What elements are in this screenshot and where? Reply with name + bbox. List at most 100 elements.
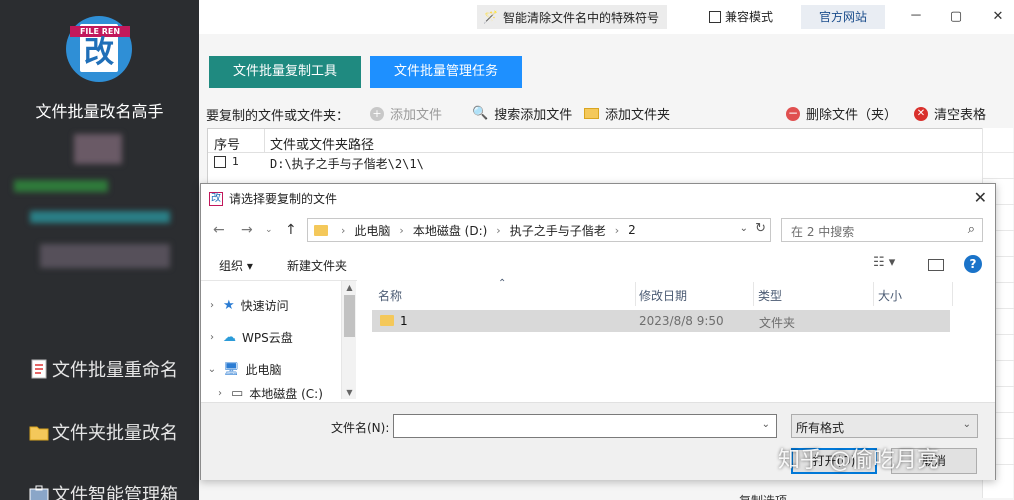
help-icon[interactable]: ?: [964, 255, 982, 273]
chevron-down-icon[interactable]: ⌄: [762, 419, 770, 430]
search-input[interactable]: 在 2 中搜索 ⌕: [781, 218, 983, 242]
scroll-up-icon[interactable]: ▲: [342, 283, 357, 292]
maximize-button[interactable]: ▢: [945, 6, 967, 28]
breadcrumb-folder[interactable]: 执子之手与子偕老: [510, 222, 606, 239]
tab-batch-tasks[interactable]: 文件批量管理任务: [370, 56, 522, 88]
dialog-title: 请选择要复制的文件: [229, 192, 338, 206]
nav-smart-manager[interactable]: 文件智能管理箱: [28, 481, 178, 500]
search-placeholder: 在 2 中搜索: [791, 225, 855, 239]
chevron-right-icon[interactable]: ›: [215, 388, 225, 399]
tree-this-pc[interactable]: ⌄ 🖥 此电脑: [207, 361, 282, 378]
add-folder-button[interactable]: 添加文件夹: [584, 104, 670, 123]
up-arrow-icon[interactable]: ↑: [285, 222, 297, 238]
minimize-button[interactable]: －: [905, 6, 927, 28]
new-folder-button[interactable]: 新建文件夹: [287, 257, 347, 274]
column-name[interactable]: 名称: [378, 287, 402, 304]
tree-this-pc-label: 此电脑: [245, 363, 282, 377]
dialog-close-button[interactable]: ✕: [974, 188, 987, 207]
blurred-text-3: [40, 244, 170, 268]
compat-mode-toggle[interactable]: 兼容模式: [709, 8, 773, 25]
chevron-right-icon[interactable]: ›: [207, 300, 217, 311]
nav-file-rename-label: 文件批量重命名: [52, 360, 178, 381]
forward-arrow-icon[interactable]: →: [241, 222, 253, 238]
chevron-right-icon: ›: [614, 223, 620, 237]
search-add-file-label: 搜索添加文件: [494, 108, 573, 123]
column-date[interactable]: 修改日期: [639, 287, 687, 304]
clean-special-chars-button[interactable]: 🪄 智能清除文件名中的特殊符号: [477, 5, 667, 29]
nav-scrollbar[interactable]: ▲ ▼: [341, 281, 356, 399]
compat-mode-checkbox[interactable]: [709, 10, 721, 23]
toolbox-icon: [29, 485, 49, 500]
folder-icon: [29, 426, 49, 441]
column-type[interactable]: 类型: [758, 287, 782, 304]
app-small-icon: 改: [209, 191, 223, 206]
preview-pane-icon[interactable]: [928, 259, 944, 271]
tree-quick-access[interactable]: › ★ 快速访问: [207, 297, 289, 314]
file-table: 序号 文件或文件夹路径 1 D:\执子之手与子偕老\2\1\: [207, 128, 1009, 184]
chevron-down-icon[interactable]: ⌄: [740, 223, 748, 234]
filename-input[interactable]: ⌄: [393, 414, 777, 438]
refresh-icon[interactable]: ↻: [755, 221, 766, 236]
blurred-avatar: [74, 134, 122, 164]
column-index[interactable]: 序号: [214, 134, 240, 153]
breadcrumb-disk-d[interactable]: 本地磁盘 (D:): [413, 222, 487, 239]
copy-options-label: 复制选项: [739, 492, 787, 500]
delete-file-button[interactable]: − 删除文件（夹）: [786, 104, 897, 123]
add-file-button[interactable]: + 添加文件: [370, 104, 442, 123]
breadcrumb-current[interactable]: 2: [628, 223, 636, 237]
row-number: 1: [232, 155, 239, 168]
chevron-right-icon: ›: [496, 223, 501, 237]
search-add-file-button[interactable]: 🔍 搜索添加文件: [472, 104, 572, 123]
scroll-thumb[interactable]: [344, 295, 355, 337]
filename-label: 文件名(N):: [331, 421, 390, 435]
star-icon: ★: [223, 298, 235, 313]
scroll-down-icon[interactable]: ▼: [342, 388, 357, 397]
file-row[interactable]: 1 2023/8/8 9:50 文件夹: [372, 310, 950, 332]
column-path[interactable]: 文件或文件夹路径: [270, 134, 374, 153]
logo-glyph: 改: [84, 35, 114, 70]
chevron-down-icon[interactable]: ⌄: [207, 364, 217, 375]
cloud-icon: ☁: [223, 330, 236, 345]
compat-mode-label: 兼容模式: [725, 10, 774, 24]
tab-batch-copy[interactable]: 文件批量复制工具: [209, 56, 361, 88]
plus-icon: +: [370, 106, 384, 121]
chevron-right-icon[interactable]: ›: [207, 332, 217, 343]
sort-up-icon: ⌃: [498, 278, 507, 289]
add-file-label: 添加文件: [390, 108, 443, 123]
chevron-down-icon[interactable]: ⌄: [963, 419, 971, 430]
clear-table-button[interactable]: ✕ 清空表格: [914, 104, 986, 123]
clean-special-chars-label: 智能清除文件名中的特殊符号: [502, 10, 659, 25]
search-icon: ⌕: [967, 222, 975, 237]
watermark: 知乎 @偷吃月亮: [778, 448, 939, 473]
back-arrow-icon[interactable]: ←: [213, 222, 225, 238]
computer-icon: 🖥: [223, 362, 240, 377]
row-path: D:\执子之手与子偕老\2\1\: [270, 157, 424, 171]
tree-disk-c[interactable]: › ▭ 本地磁盘 (C:): [215, 385, 323, 402]
nav-file-rename[interactable]: 文件批量重命名: [28, 356, 178, 382]
file-date: 2023/8/8 9:50: [639, 314, 724, 328]
clear-table-label: 清空表格: [934, 108, 987, 123]
app-logo: FILE REN 改: [66, 16, 132, 82]
row-checkbox[interactable]: [214, 156, 226, 168]
organize-menu[interactable]: 组织 ▾: [219, 257, 253, 274]
close-button[interactable]: ✕: [987, 6, 1009, 28]
nav-smart-manager-label: 文件智能管理箱: [52, 485, 178, 500]
app-title: 文件批量改名高手: [35, 102, 164, 121]
file-list-header: 名称 ⌃ 修改日期 类型 大小: [358, 278, 995, 308]
tree-wps-cloud[interactable]: › ☁ WPS云盘: [207, 329, 293, 346]
chevron-down-icon[interactable]: ⌄: [265, 225, 273, 235]
table-row[interactable]: 1 D:\执子之手与子偕老\2\1\: [208, 153, 1008, 173]
dialog-title-bar: 改 请选择要复制的文件: [209, 190, 337, 207]
file-list: 名称 ⌃ 修改日期 类型 大小 1 2023/8/8 9:50 文件夹: [358, 278, 995, 400]
file-type: 文件夹: [759, 316, 796, 330]
command-bar: 组织 ▾ 新建文件夹 ☷ ▾ ?: [201, 254, 995, 276]
breadcrumb-this-pc[interactable]: 此电脑: [354, 222, 390, 239]
nav-folder-rename[interactable]: 文件夹批量改名: [28, 419, 178, 445]
file-type-filter[interactable]: 所有格式 ⌄: [791, 414, 978, 438]
column-size[interactable]: 大小: [878, 287, 902, 304]
view-options-icon[interactable]: ☷ ▾: [873, 255, 895, 270]
navigation-pane: › ★ 快速访问 › ☁ WPS云盘 ⌄ 🖥 此电脑 › ▭ 本地磁盘 (C:)…: [201, 280, 357, 402]
tree-quick-access-label: 快速访问: [240, 299, 289, 313]
address-bar[interactable]: › 此电脑 › 本地磁盘 (D:) › 执子之手与子偕老 › 2 ⌄ ↻: [307, 218, 771, 242]
official-site-button[interactable]: 官方网站: [801, 5, 885, 29]
